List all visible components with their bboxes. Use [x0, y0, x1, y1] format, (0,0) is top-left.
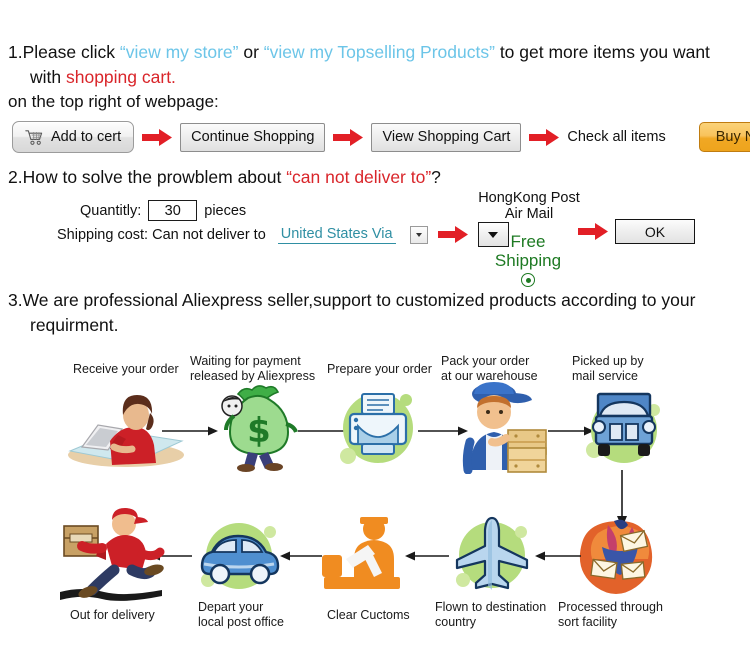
flow-label-picked-up: Picked up by mail service	[572, 354, 644, 383]
ok-button[interactable]: OK	[615, 219, 695, 244]
view-shopping-cart-label: View Shopping Cart	[382, 129, 511, 145]
shopping-cart-icon	[25, 129, 43, 145]
printer-icon	[340, 393, 413, 464]
section-1-text-c: to get more items you want	[494, 42, 710, 62]
promo-page: 1.Please click “view my store” or “view …	[0, 0, 750, 647]
free-shipping-option[interactable]: Free Shipping	[478, 232, 578, 287]
mail-truck-icon	[586, 392, 660, 463]
quantity-unit-label: pieces	[204, 202, 247, 219]
free-shipping-line-1: Free	[510, 232, 546, 251]
country-dropdown-toggle[interactable]	[409, 225, 428, 244]
shipping-cost-row: Shipping cost: Can not deliver to United…	[57, 222, 509, 247]
section-3-heading: 3.We are professional Aliexpress seller,…	[8, 288, 744, 338]
shipping-cost-label: Shipping cost: Can not deliver to	[57, 226, 266, 243]
section-1-number: 1.	[8, 42, 23, 62]
free-shipping-radio[interactable]	[521, 273, 535, 287]
svg-text:$: $	[247, 411, 271, 451]
running-courier-icon	[60, 508, 165, 601]
mail-sorting-icon	[579, 519, 653, 594]
flow-label-depart-post-office: Depart your local post office	[198, 600, 284, 629]
red-arrow-icon	[578, 223, 608, 240]
section-2-heading: 2.How to solve the prowblem about “can n…	[8, 165, 441, 190]
check-all-items-text: Check all items	[567, 129, 666, 145]
buy-now-button[interactable]: Buy Now	[698, 122, 750, 152]
section-2-number: 2.	[8, 167, 23, 187]
order-process-flowchart: Receive your order Waiting for payment r…	[0, 350, 750, 647]
country-select-value[interactable]: United States Via	[277, 226, 396, 244]
carrier-line-2: Air Mail	[504, 206, 554, 222]
carrier-label: HongKong Post Air Mail	[470, 190, 588, 222]
radio-dot-fill	[525, 277, 531, 283]
delivery-van-icon	[200, 523, 280, 589]
section-1-text-b: or	[238, 42, 264, 62]
free-shipping-line-2: Shipping	[494, 251, 562, 270]
quantity-row: Quantitly: 30 pieces	[80, 200, 246, 221]
flow-label-flown-destination: Flown to destination country	[435, 600, 547, 629]
red-arrow-icon	[142, 128, 173, 146]
chevron-down-icon	[415, 232, 422, 237]
carrier-line-1: HongKong Post	[478, 190, 580, 206]
customs-officer-icon	[322, 517, 400, 589]
warehouse-worker-icon	[462, 382, 547, 474]
section-1-subtitle: on the top right of webpage:	[8, 92, 219, 111]
section-1-heading: 1.Please click “view my store” or “view …	[8, 40, 744, 90]
buy-now-label: Buy Now	[715, 129, 750, 145]
add-to-cart-button[interactable]: Add to cert	[12, 121, 135, 153]
flow-arrow-left-icon	[535, 551, 581, 561]
action-button-row: Add to cert Continue Shopping View Shopp…	[12, 120, 750, 154]
section-1-line2-text: with	[30, 67, 66, 87]
section-1-line-2: with shopping cart.	[30, 65, 744, 90]
section-3-line-2: requirment.	[30, 315, 119, 335]
view-shopping-cart-button[interactable]: View Shopping Cart	[371, 122, 522, 152]
flow-label-out-for-delivery: Out for delivery	[70, 608, 155, 622]
section-2-text-a: How to solve the prowblem about	[22, 167, 287, 187]
continue-shopping-label: Continue Shopping	[191, 129, 315, 145]
flow-label-sort-facility: Processed through sort facility	[558, 600, 663, 629]
continue-shopping-button[interactable]: Continue Shopping	[180, 122, 326, 152]
flow-label-prepare-order: Prepare your order	[327, 362, 432, 376]
can-not-deliver-highlight: “can not deliver to”	[286, 167, 432, 187]
section-1-text-a: Please click	[22, 42, 120, 62]
ok-action-group: OK	[578, 219, 695, 244]
section-2-text-b: ?	[431, 167, 441, 187]
section-3-line-1: We are professional Aliexpress seller,su…	[22, 290, 696, 310]
add-to-cart-label: Add to cert	[51, 129, 122, 145]
red-arrow-icon	[529, 128, 560, 146]
flow-label-clear-customs: Clear Cuctoms	[327, 608, 410, 622]
quantity-input[interactable]: 30	[148, 200, 198, 221]
red-arrow-icon	[437, 226, 468, 243]
section-3-number: 3.	[8, 290, 23, 310]
red-arrow-icon	[333, 128, 364, 146]
view-topselling-products-link[interactable]: “view my Topselling Products”	[264, 42, 495, 62]
flow-label-waiting-payment: Waiting for payment released by Aliexpre…	[190, 354, 316, 383]
airplane-icon	[455, 516, 529, 590]
view-my-store-link[interactable]: “view my store”	[120, 42, 239, 62]
money-bag-character-icon: $	[221, 385, 298, 472]
shopping-cart-highlight: shopping cart.	[65, 67, 176, 87]
flow-arrow-left-icon	[405, 551, 449, 561]
quantity-label: Quantitly:	[80, 202, 142, 219]
flow-label-receive-order: Receive your order	[73, 362, 179, 376]
